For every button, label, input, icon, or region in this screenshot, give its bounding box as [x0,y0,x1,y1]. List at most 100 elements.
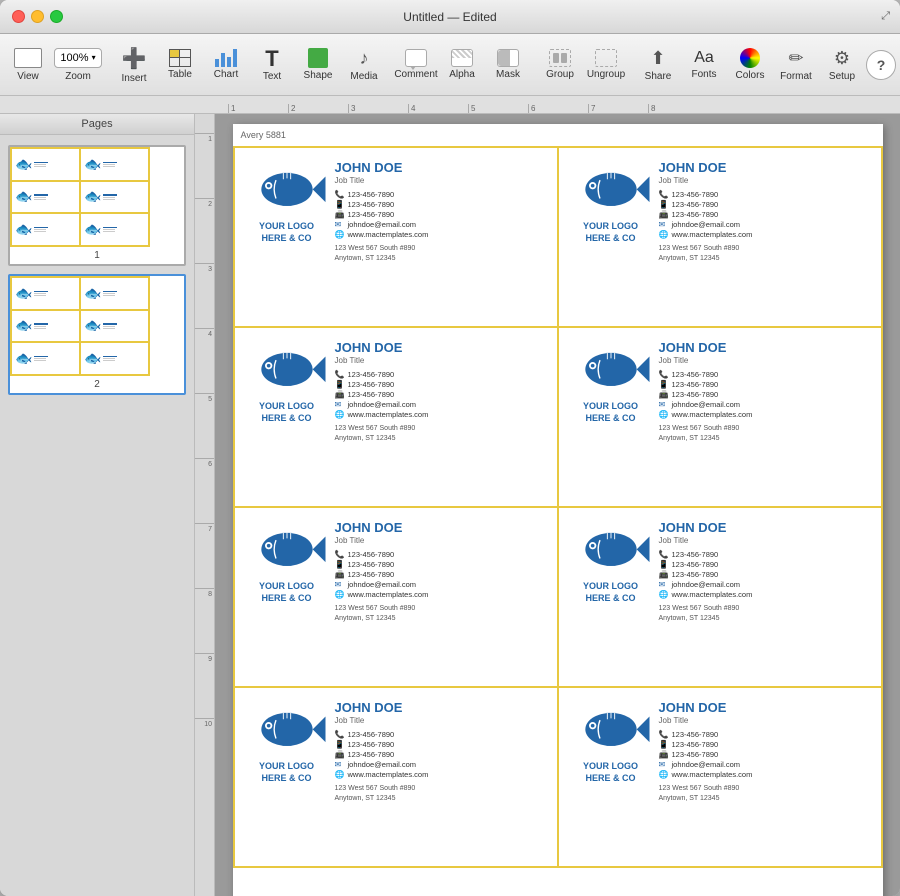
phone-8: 📞123-456-7890 [659,730,869,739]
chart-label: Chart [214,69,238,80]
page-thumb-1[interactable]: 🐟 🐟 [8,145,186,266]
window-title: Untitled — Edited [403,10,496,24]
page-num-2: 2 [10,376,184,393]
biz-card-8[interactable]: YOUR LOGOHERE & CO JOHN DOE Job Title 📞1… [559,688,883,868]
shape-label: Shape [304,70,333,81]
sidebar-pages: 🐟 🐟 [0,135,194,405]
card-right-7: JOHN DOE Job Title 📞123-456-7890 📱123-45… [335,700,545,804]
avery-label: Avery 5881 [233,124,883,146]
address-4: 123 West 567 South #890Anytown, ST 12345 [659,424,869,444]
v-ruler-mark-8: 8 [195,589,214,654]
fish-svg-4 [571,340,651,395]
media-icon: ♪ [360,48,369,69]
web-6: 🌐www.mactemplates.com [659,590,869,599]
chart-icon [215,49,237,67]
ungroup-icon [595,49,617,67]
shape-button[interactable]: Shape [296,38,340,92]
tips-button[interactable]: ? [866,50,896,80]
document-scroll[interactable]: Avery 5881 [215,114,900,896]
comment-label: Comment [394,69,437,80]
card-title-8: Job Title [659,716,869,725]
card-right-1: JOHN DOE Job Title 📞123-456-7890 📱123-45… [335,160,545,264]
colors-icon [740,48,760,68]
view-button[interactable]: View [6,38,50,92]
biz-card-1[interactable]: YOUR LOGOHERE & CO JOHN DOE Job Title 📞1… [235,148,559,328]
card-name-7: JOHN DOE [335,700,545,715]
fonts-button[interactable]: Aa Fonts [682,38,726,92]
fax-6: 📠123-456-7890 [659,570,869,579]
v-ruler-mark-9: 9 [195,654,214,719]
email-2: ✉johndoe@email.com [659,220,869,229]
ungroup-button[interactable]: Ungroup [584,38,628,92]
fish-svg-1 [247,160,327,215]
card-left-3: YOUR LOGOHERE & CO [247,340,327,424]
page-num-1: 1 [10,247,184,264]
zoom-button[interactable]: 100% ▾ Zoom [52,38,104,92]
v-ruler-mark-7: 7 [195,524,214,589]
ruler-mark-4: 4 [408,104,468,113]
address-5: 123 West 567 South #890Anytown, ST 12345 [335,604,545,624]
card-right-3: JOHN DOE Job Title 📞123-456-7890 📱123-45… [335,340,545,444]
alpha-button[interactable]: Alpha [440,38,484,92]
mobile-2: 📱123-456-7890 [659,200,869,209]
page-thumb-2[interactable]: 🐟 🐟 [8,274,186,395]
text-button[interactable]: T Text [250,38,294,92]
chart-button[interactable]: Chart [204,38,248,92]
phone-5: 📞123-456-7890 [335,550,545,559]
ruler-mark-8: 8 [648,104,708,113]
card-left-7: YOUR LOGOHERE & CO [247,700,327,784]
email-3: ✉johndoe@email.com [335,400,545,409]
colors-button[interactable]: Colors [728,38,772,92]
media-button[interactable]: ♪ Media [342,38,386,92]
ruler-mark-3: 3 [348,104,408,113]
v-ruler-mark-4: 4 [195,329,214,394]
setup-button[interactable]: ⚙ Setup [820,38,864,92]
format-button[interactable]: ✏ Format [774,38,818,92]
address-2: 123 West 567 South #890Anytown, ST 12345 [659,244,869,264]
horizontal-ruler: 1 2 3 4 5 6 7 8 [0,96,900,114]
web-1: 🌐www.mactemplates.com [335,230,545,239]
ruler-mark-5: 5 [468,104,528,113]
address-3: 123 West 567 South #890Anytown, ST 12345 [335,424,545,444]
mobile-6: 📱123-456-7890 [659,560,869,569]
card-left-2: YOUR LOGOHERE & CO [571,160,651,244]
mobile-1: 📱123-456-7890 [335,200,545,209]
expand-icon[interactable]: ⤢ [881,10,890,23]
comment-button[interactable]: Comment [394,38,438,92]
email-7: ✉johndoe@email.com [335,760,545,769]
tips-icon: ? [877,57,886,73]
card-right-6: JOHN DOE Job Title 📞123-456-7890 📱123-45… [659,520,869,624]
insert-button[interactable]: ➕ Insert [112,38,156,92]
mobile-5: 📱123-456-7890 [335,560,545,569]
v-ruler-mark-6: 6 [195,459,214,524]
fish-svg-7 [247,700,327,755]
close-button[interactable] [12,10,25,23]
biz-card-4[interactable]: YOUR LOGOHERE & CO JOHN DOE Job Title 📞1… [559,328,883,508]
biz-card-6[interactable]: YOUR LOGOHERE & CO JOHN DOE Job Title 📞1… [559,508,883,688]
card-title-4: Job Title [659,356,869,365]
content-area: 1 2 3 4 5 6 7 8 9 10 Avery 5881 [195,114,900,896]
phone-2: 📞123-456-7890 [659,190,869,199]
biz-card-7[interactable]: YOUR LOGOHERE & CO JOHN DOE Job Title 📞1… [235,688,559,868]
maximize-button[interactable] [50,10,63,23]
biz-card-2[interactable]: YOUR LOGOHERE & CO JOHN DOE Job Title 📞1… [559,148,883,328]
table-label: Table [168,69,192,80]
ungroup-label: Ungroup [587,69,625,80]
email-4: ✉johndoe@email.com [659,400,869,409]
minimize-button[interactable] [31,10,44,23]
v-ruler-mark-0 [195,114,214,134]
fax-4: 📠123-456-7890 [659,390,869,399]
table-button[interactable]: Table [158,38,202,92]
biz-card-3[interactable]: YOUR LOGOHERE & CO JOHN DOE Job Title 📞1… [235,328,559,508]
address-6: 123 West 567 South #890Anytown, ST 12345 [659,604,869,624]
group-button[interactable]: Group [538,38,582,92]
mobile-7: 📱123-456-7890 [335,740,545,749]
fonts-label: Fonts [691,69,716,80]
share-button[interactable]: ⬆ Share [636,38,680,92]
traffic-lights [12,10,63,23]
mask-button[interactable]: Mask [486,38,530,92]
text-icon: T [265,48,278,70]
card-title-3: Job Title [335,356,545,365]
biz-card-5[interactable]: YOUR LOGOHERE & CO JOHN DOE Job Title 📞1… [235,508,559,688]
ruler-marks: 1 2 3 4 5 6 7 8 [228,104,900,113]
